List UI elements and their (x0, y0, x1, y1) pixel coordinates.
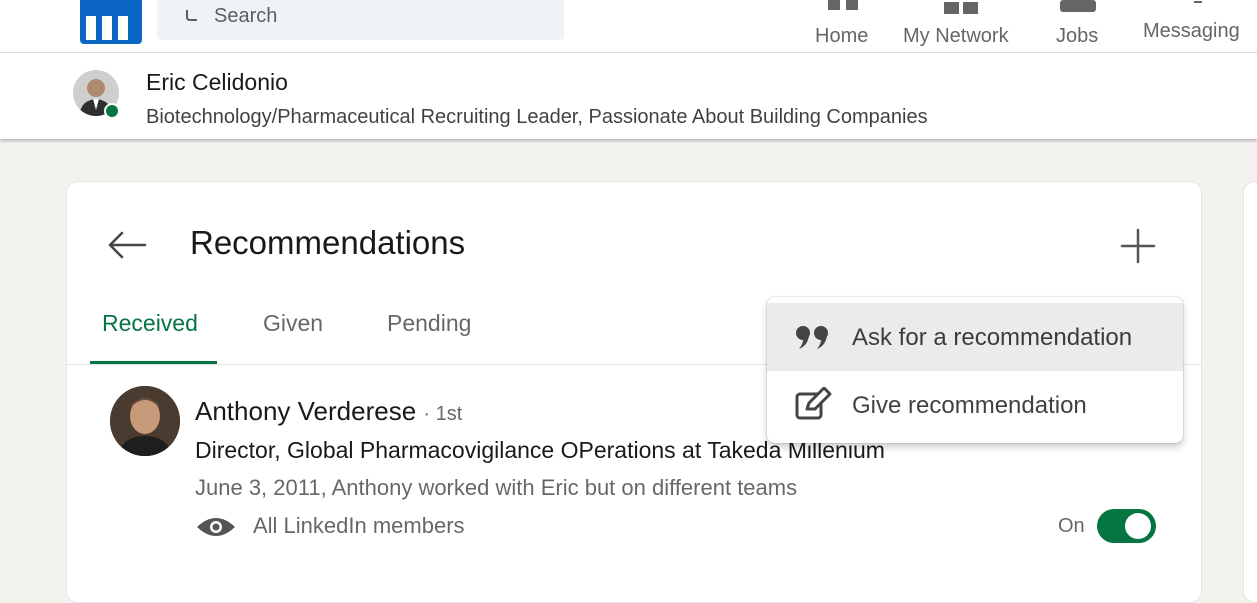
menu-item-give-recommendation[interactable]: Give recommendation (767, 371, 1183, 439)
tab-received[interactable]: Received (102, 310, 198, 337)
eye-icon (197, 518, 235, 536)
tab-given[interactable]: Given (263, 310, 323, 337)
jobs-icon (1060, 0, 1096, 12)
page-title: Recommendations (190, 224, 466, 261)
tab-pending[interactable]: Pending (387, 310, 471, 337)
show-on-profile-toggle[interactable] (1097, 509, 1156, 543)
recommender-name-text[interactable]: Anthony Verderese (195, 396, 416, 426)
search-icon (186, 10, 197, 21)
edit-icon (795, 387, 832, 420)
network-icon (944, 2, 978, 14)
messaging-icon (1194, 1, 1202, 3)
search-placeholder: Search (214, 5, 278, 27)
profile-header: Eric Celidonio Biotechnology/Pharmaceuti… (0, 53, 1257, 139)
nav-home[interactable]: Home (812, 0, 876, 52)
nav-messaging[interactable]: Messaging (1140, 0, 1257, 52)
online-status-icon (104, 103, 120, 119)
add-recommendation-menu: Ask for a recommendation Give recommenda… (767, 297, 1183, 443)
global-nav: Search Home My Network Jobs Messaging (0, 0, 1257, 53)
add-recommendation-button[interactable] (1119, 227, 1157, 265)
recommendation-date: June 3, 2011, Anthony worked with Eric b… (195, 475, 798, 500)
toggle-label: On (1058, 515, 1085, 537)
visibility-label: All LinkedIn members (253, 513, 465, 538)
recommender-name[interactable]: Anthony Verderese · 1st (195, 396, 462, 427)
recommender-avatar[interactable] (110, 386, 180, 456)
toggle-knob (1125, 513, 1151, 539)
home-icon (828, 0, 858, 10)
side-card (1243, 181, 1257, 603)
nav-my-network-label: My Network (903, 25, 1009, 47)
nav-messaging-label: Messaging (1143, 20, 1240, 42)
profile-name[interactable]: Eric Celidonio (146, 69, 288, 96)
profile-headline: Biotechnology/Pharmaceutical Recruiting … (146, 106, 928, 128)
connection-degree: · 1st (423, 403, 463, 425)
nav-jobs-label: Jobs (1056, 25, 1099, 47)
menu-item-ask-recommendation[interactable]: Ask for a recommendation (767, 303, 1183, 371)
nav-jobs[interactable]: Jobs (1052, 0, 1108, 52)
back-arrow-icon[interactable] (107, 229, 147, 261)
menu-item-label: Ask for a recommendation (852, 324, 1133, 351)
linkedin-logo-icon[interactable] (80, 0, 142, 44)
nav-my-network[interactable]: My Network (900, 0, 1024, 52)
menu-item-label: Give recommendation (852, 392, 1087, 419)
nav-home-label: Home (815, 25, 869, 47)
quote-icon (796, 326, 828, 349)
search-input[interactable]: Search (157, 0, 564, 40)
